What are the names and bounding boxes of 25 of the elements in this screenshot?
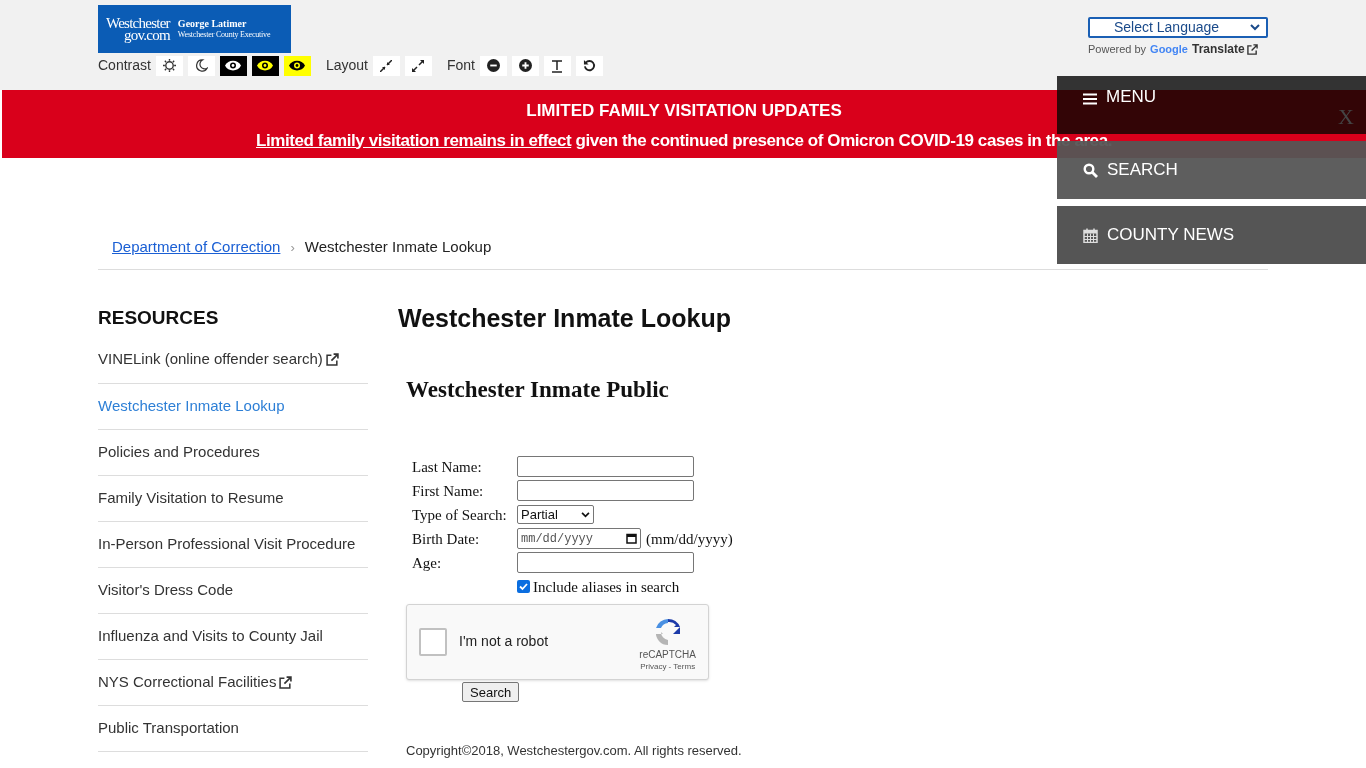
- field-label: First Name:: [412, 481, 485, 501]
- toolbar-label: Layout: [325, 56, 368, 75]
- checkbox-label: Include aliases in search: [533, 577, 680, 597]
- toolbar-label: Font: [446, 56, 475, 75]
- toolbar-label: Contrast: [98, 56, 151, 75]
- logo-text: Westchester: [106, 17, 170, 29]
- powered-by-text: Powered by: [1088, 41, 1147, 57]
- field-label: Age:: [412, 553, 443, 573]
- copyright-text: Copyright©2018, Westchestergov.com. All rights reserved.: [406, 742, 743, 760]
- captcha-label: I'm not a robot: [459, 632, 549, 651]
- date-format-hint: (mm/dd/yyyy): [646, 529, 733, 549]
- logo-text: George Latimer: [177, 18, 248, 29]
- form-heading: Westchester Inmate Public: [406, 376, 670, 404]
- google-logo: Google: [1150, 41, 1188, 57]
- field-label: Type of Search:: [412, 505, 508, 525]
- field-label: Last Name:: [412, 457, 483, 477]
- breadcrumb-separator: ›: [290, 238, 295, 257]
- page-title: Westchester Inmate Lookup: [398, 302, 732, 334]
- field-label: Birth Date:: [412, 529, 481, 549]
- logo-text: gov.com: [124, 29, 170, 41]
- alert-title: LIMITED FAMILY VISITATION UPDATES: [526, 100, 842, 122]
- logo-text: Westchester County Executive: [177, 29, 271, 40]
- captcha-brand: reCAPTCHA: [639, 647, 696, 661]
- breadcrumb-current: Westchester Inmate Lookup: [304, 237, 492, 257]
- sidebar-heading: RESOURCES: [98, 305, 220, 330]
